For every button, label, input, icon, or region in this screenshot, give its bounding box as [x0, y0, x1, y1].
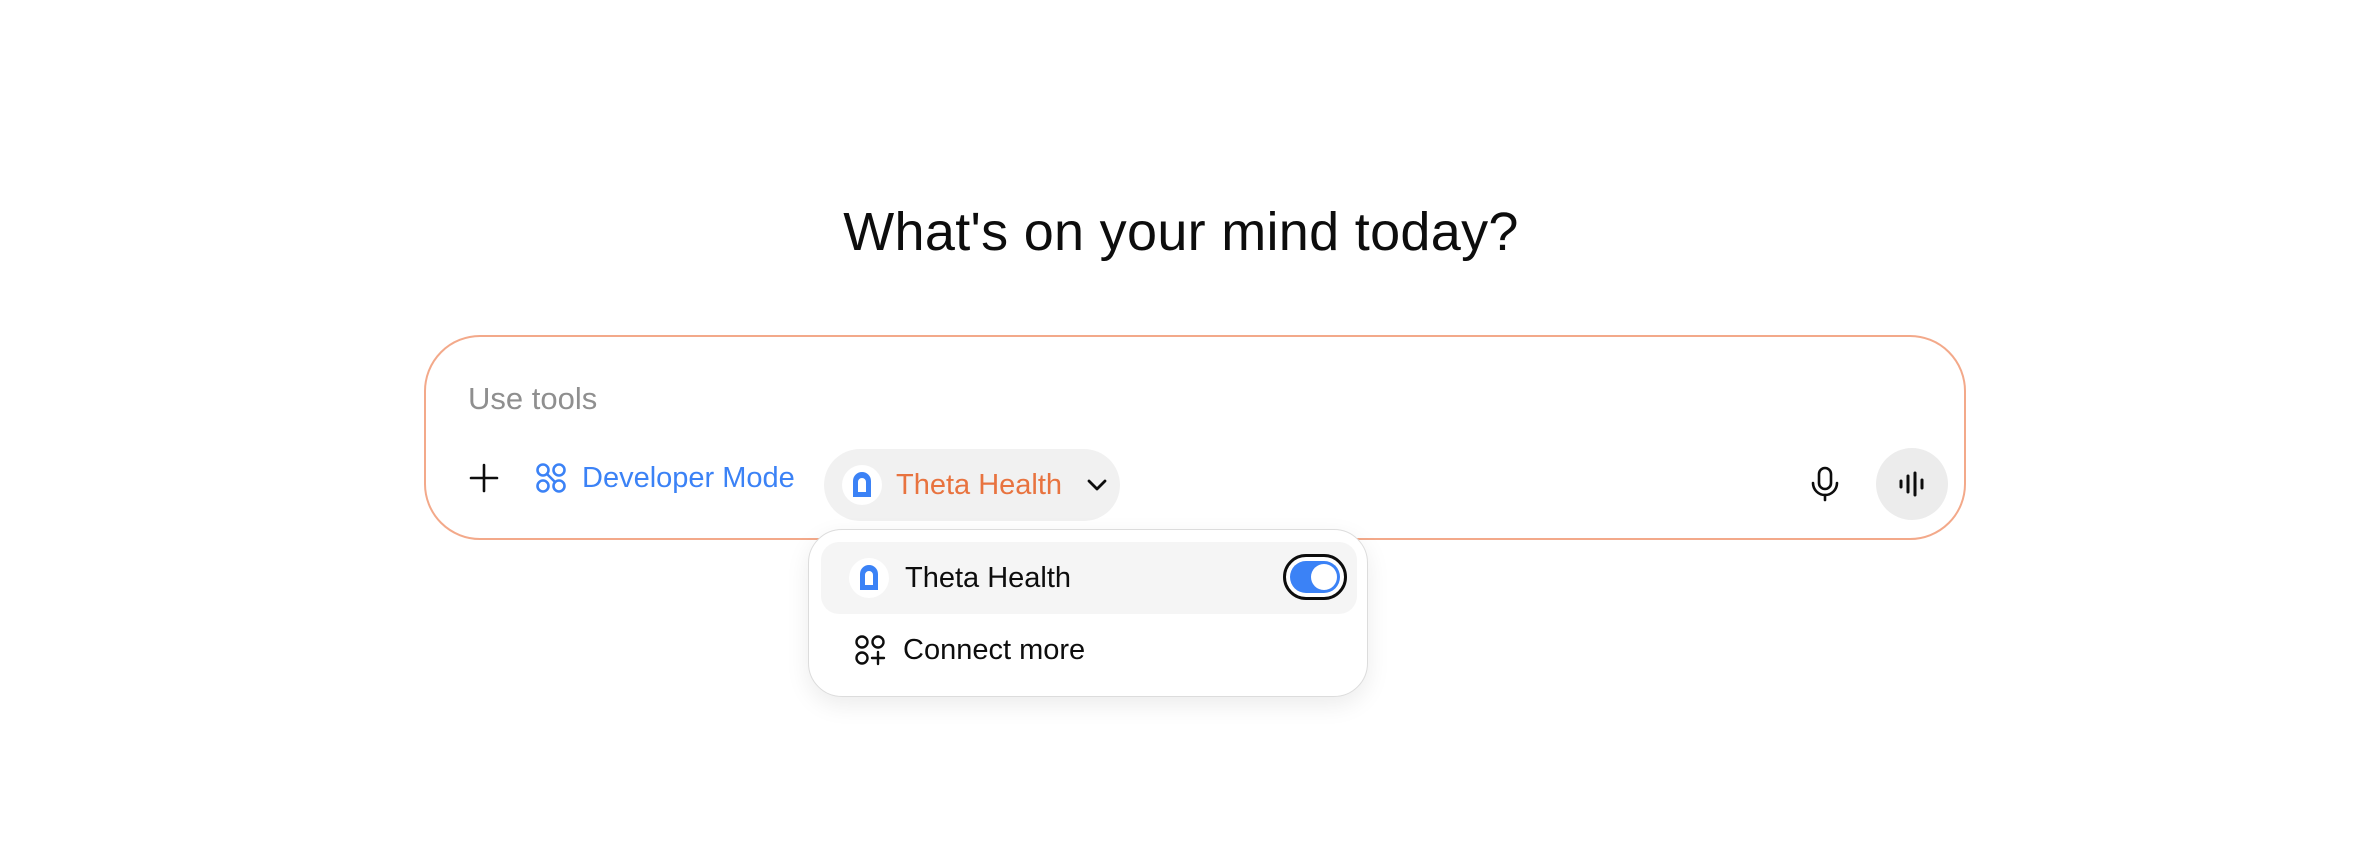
prompt-input[interactable] [468, 371, 1868, 427]
theta-health-logo-icon [849, 558, 889, 598]
dropdown-item-theta-health[interactable]: Theta Health [821, 542, 1357, 614]
dropdown-item-connect-more[interactable]: Connect more [821, 614, 1357, 686]
toggle-track [1290, 561, 1340, 593]
voice-waveform-icon [1899, 471, 1924, 497]
connected-app-selector[interactable]: Theta Health [824, 449, 1120, 521]
connected-apps-dropdown: Theta Health Connect more [808, 529, 1368, 697]
add-attachment-button[interactable] [458, 452, 510, 504]
connected-app-label: Theta Health [896, 468, 1063, 501]
prompt-composer: Developer Mode Theta Health [424, 335, 1966, 540]
plus-icon [469, 463, 499, 493]
voice-mode-button[interactable] [1876, 448, 1948, 520]
page: What's on your mind today? Developer Mod… [0, 0, 2362, 854]
chevron-down-icon [1084, 472, 1110, 498]
developer-mode-icon [536, 463, 566, 493]
developer-mode-label: Developer Mode [582, 461, 795, 494]
dropdown-item-label: Theta Health [905, 561, 1072, 594]
developer-mode-button[interactable]: Developer Mode [534, 452, 795, 504]
theta-health-toggle[interactable] [1283, 554, 1347, 600]
microphone-icon [1811, 466, 1839, 502]
dictation-button[interactable] [1796, 455, 1854, 513]
connect-apps-icon [855, 635, 886, 666]
dropdown-item-label: Connect more [903, 633, 1086, 666]
page-headline: What's on your mind today? [843, 202, 1519, 262]
toggle-knob [1311, 564, 1337, 590]
theta-health-logo-icon [842, 465, 882, 505]
